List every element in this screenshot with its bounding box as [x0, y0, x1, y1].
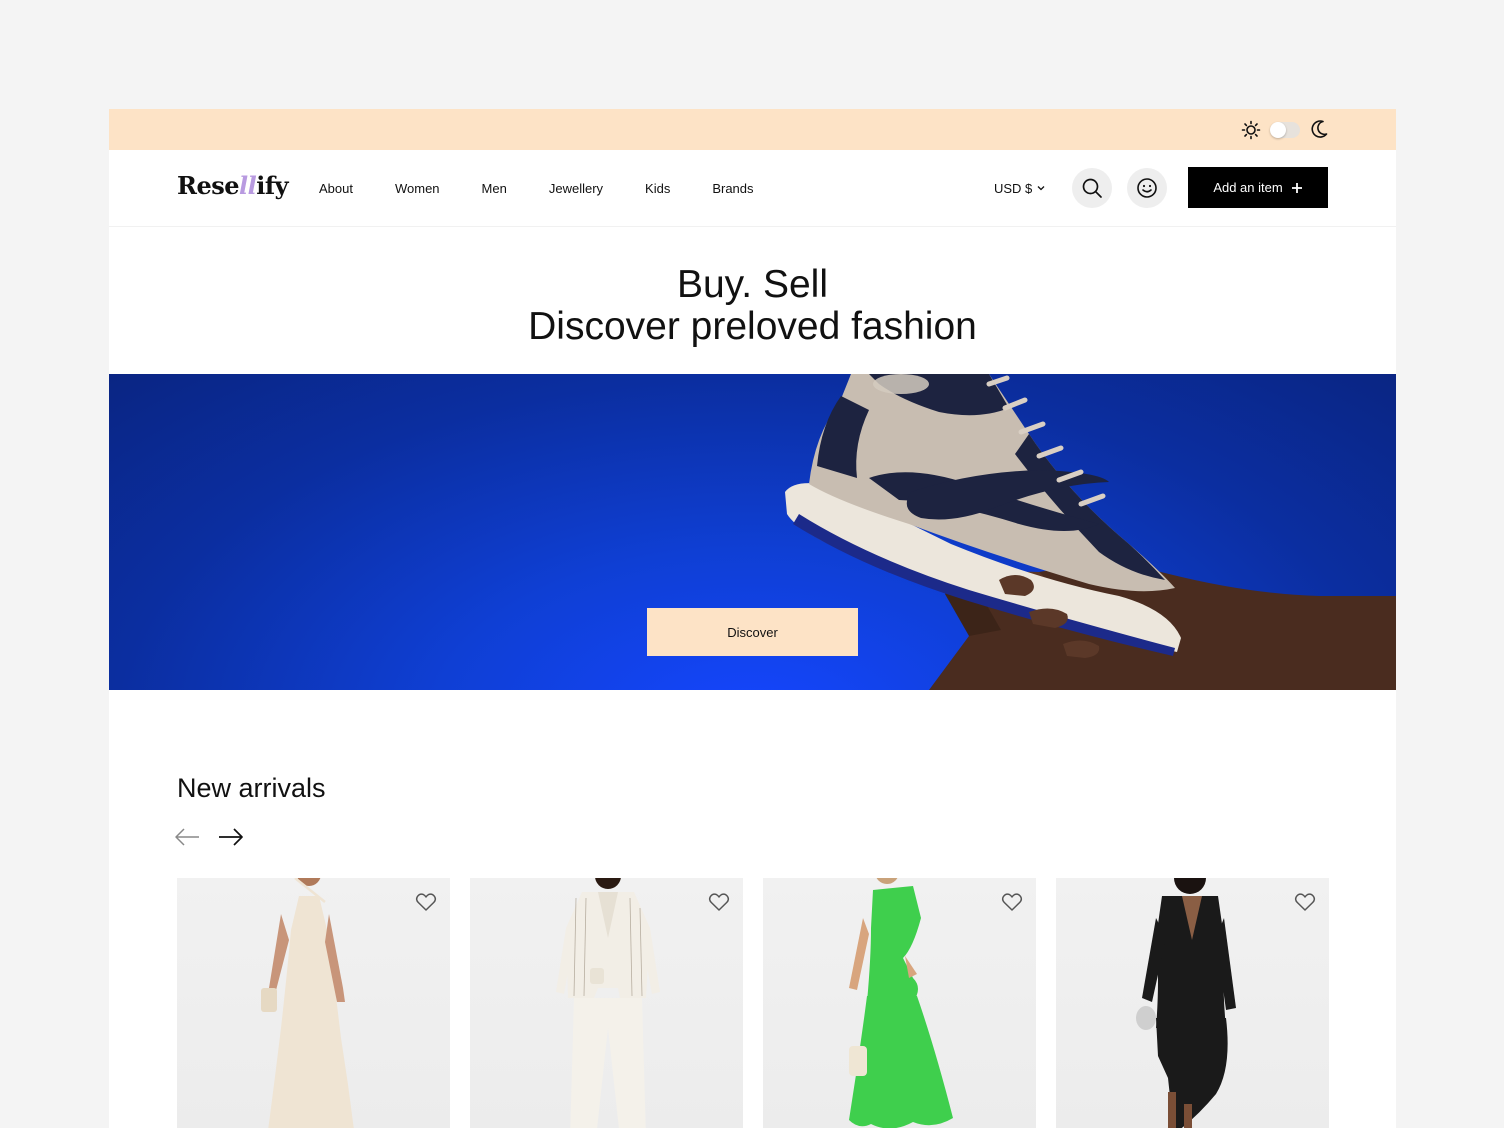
add-item-button[interactable]: Add an item	[1188, 167, 1328, 208]
product-image	[1136, 878, 1236, 1128]
product-card[interactable]	[470, 878, 743, 1128]
new-arrivals-title: New arrivals	[177, 773, 326, 803]
plus-icon	[1291, 182, 1302, 193]
hero-heading-line-2: Discover preloved fashion	[528, 305, 977, 348]
search-button[interactable]	[1072, 168, 1112, 208]
nav-link-kids[interactable]: Kids	[645, 181, 670, 196]
arrow-left-icon[interactable]	[173, 824, 201, 850]
nav-link-jewellery[interactable]: Jewellery	[549, 181, 603, 196]
heart-icon[interactable]	[1293, 890, 1317, 914]
product-card[interactable]	[1056, 878, 1329, 1128]
profile-button[interactable]	[1127, 168, 1167, 208]
discover-button-label: Discover	[727, 624, 778, 640]
hero-heading-line-1: Buy. Sell	[676, 263, 828, 306]
currency-selector[interactable]: USD $	[994, 150, 1045, 226]
heart-icon[interactable]	[707, 890, 731, 914]
theme-toggle-knob	[1270, 122, 1286, 138]
product-card[interactable]	[177, 878, 450, 1128]
nav-link-about[interactable]: About	[319, 181, 353, 196]
discover-button[interactable]: Discover	[647, 608, 858, 656]
hero-heading: Buy. Sell Discover preloved fashion	[109, 264, 1396, 348]
product-image	[261, 878, 354, 1128]
search-icon	[1082, 178, 1102, 198]
logo-text-end: ify	[256, 171, 289, 200]
page-frame: Resellify About Women Men Jewellery Kids…	[109, 109, 1396, 1128]
arrow-right-icon[interactable]	[217, 824, 245, 850]
logo-text-start: Rese	[177, 171, 240, 200]
theme-toggle[interactable]	[1270, 122, 1300, 138]
smiley-icon	[1137, 178, 1157, 198]
product-card[interactable]	[763, 878, 1036, 1128]
top-bar	[109, 109, 1396, 150]
brand-logo[interactable]: Resellify	[177, 166, 289, 206]
main-navigation: Resellify About Women Men Jewellery Kids…	[109, 150, 1396, 227]
moon-icon[interactable]	[1310, 119, 1330, 139]
sun-icon[interactable]	[1241, 120, 1261, 140]
heart-icon[interactable]	[414, 890, 438, 914]
nav-links: About Women Men Jewellery Kids Brands	[319, 150, 754, 226]
nav-link-men[interactable]: Men	[482, 181, 507, 196]
product-image	[849, 878, 953, 1128]
hero-banner: Discover	[109, 374, 1396, 690]
chevron-down-icon	[1037, 186, 1045, 191]
heart-icon[interactable]	[1000, 890, 1024, 914]
nav-link-brands[interactable]: Brands	[712, 181, 753, 196]
product-image	[556, 878, 660, 1128]
currency-label: USD $	[994, 180, 1033, 196]
add-item-label: Add an item	[1213, 180, 1283, 195]
nav-link-women[interactable]: Women	[395, 181, 440, 196]
logo-text-accent: ll	[239, 171, 257, 200]
